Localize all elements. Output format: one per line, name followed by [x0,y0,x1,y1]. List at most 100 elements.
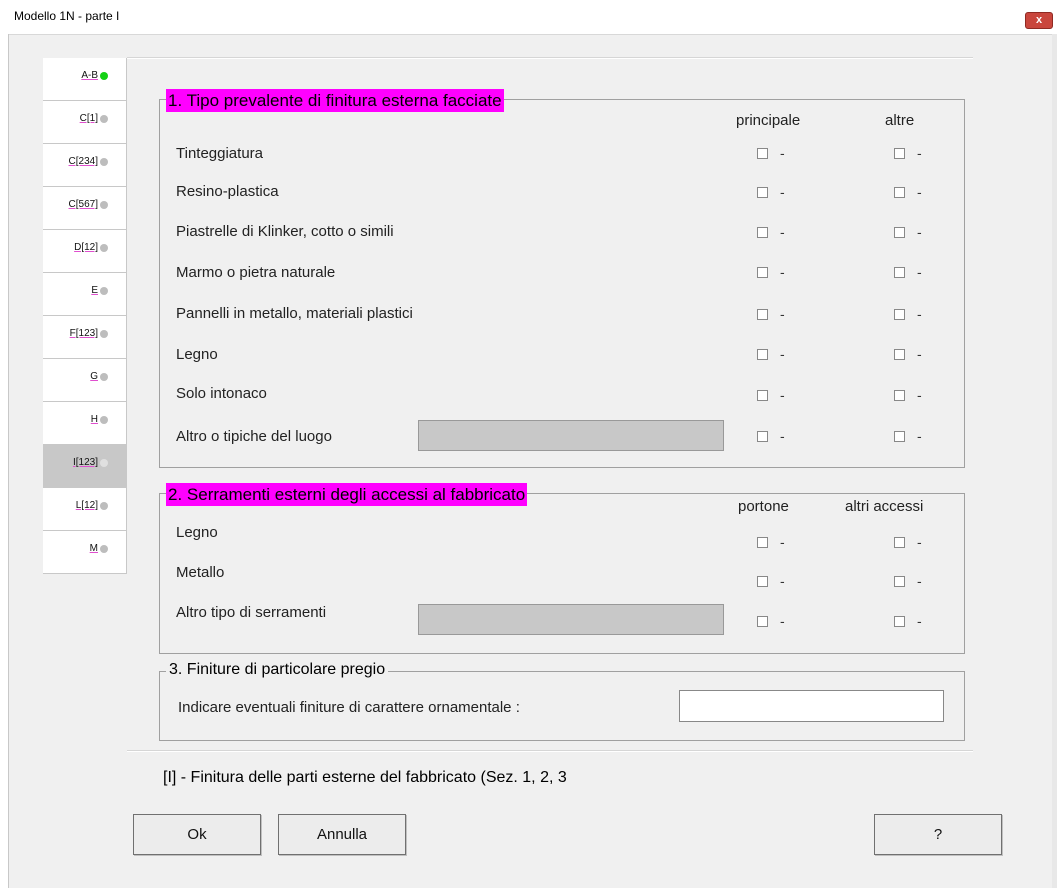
checkbox-dash: - [780,346,785,362]
checkbox-dash: - [780,573,785,589]
status-dot-icon [100,115,108,123]
checkbox-dash: - [917,613,922,629]
s3-label: Indicare eventuali finiture di carattere… [178,699,520,716]
s2-main-checkbox[interactable] [757,537,768,548]
s1-main-checkbox[interactable] [757,309,768,320]
section2-col-other: altri accessi [845,498,924,515]
tab-c567[interactable]: C[567] [43,187,127,230]
s1-row-label: Piastrelle di Klinker, cotto o simili [176,223,394,240]
checkbox-dash: - [917,428,922,444]
checkbox-dash: - [917,573,922,589]
tab-f123[interactable]: F[123] [43,316,127,359]
s1-main-checkbox[interactable] [757,227,768,238]
divider-top [127,57,973,59]
s1-row-label: Tinteggiatura [176,145,263,162]
tab-e[interactable]: E [43,273,127,316]
tab-label: H [90,414,98,425]
s1-main-checkbox[interactable] [757,431,768,442]
help-button[interactable]: ? [874,814,1002,855]
tab-label: D[12] [74,242,98,253]
close-button[interactable]: x [1025,12,1053,29]
tab-m[interactable]: M [43,531,127,574]
checkbox-dash: - [917,387,922,403]
status-dot-icon [100,502,108,510]
tab-label: L[12] [75,500,98,511]
tab-label: A-B [81,70,98,81]
window-title: Modello 1N - parte I [14,9,120,23]
s1-row-label: Altro o tipiche del luogo [176,428,332,445]
tab-label: M [89,543,98,554]
s1-main-checkbox[interactable] [757,390,768,401]
s1-other-checkbox[interactable] [894,148,905,159]
s2-other-checkbox[interactable] [894,537,905,548]
s2-main-checkbox[interactable] [757,616,768,627]
checkbox-dash: - [780,387,785,403]
status-dot-icon [100,330,108,338]
tab-h[interactable]: H [43,402,127,445]
tab-c234[interactable]: C[234] [43,144,127,187]
s2-other-checkbox[interactable] [894,616,905,627]
tab-d12[interactable]: D[12] [43,230,127,273]
s1-row-label: Marmo o pietra naturale [176,264,336,281]
status-dot-icon [100,287,108,295]
s1-main-checkbox[interactable] [757,148,768,159]
section1-col-other: altre [885,112,915,129]
checkbox-dash: - [780,264,785,280]
checkbox-dash: - [780,534,785,550]
checkbox-dash: - [780,428,785,444]
status-dot-icon [100,545,108,553]
s1-other-checkbox[interactable] [894,309,905,320]
status-dot-icon [100,201,108,209]
checkbox-dash: - [780,306,785,322]
s1-row-label: Solo intonaco [176,385,267,402]
s1-other-checkbox[interactable] [894,390,905,401]
section1-col-main: principale [736,112,801,129]
section2-title: 2. Serramenti esterni degli accessi al f… [166,483,528,506]
status-dot-icon [100,244,108,252]
tab-c1[interactable]: C[1] [43,101,127,144]
window-frame-right [1052,34,1057,888]
ok-button[interactable]: Ok [133,814,261,855]
s1-row-label: Pannelli in metallo, materiali plastici [176,305,413,322]
checkbox-dash: - [780,224,785,240]
tab-i123[interactable]: I[123] [43,445,127,488]
s2-row-label: Metallo [176,564,225,581]
ornamental-finish-input[interactable] [679,690,944,722]
s1-other-input[interactable] [418,420,724,451]
s2-other-checkbox[interactable] [894,576,905,587]
tab-a-b[interactable]: A-B [43,58,127,101]
tab-l12[interactable]: L[12] [43,488,127,531]
tab-g[interactable]: G [43,359,127,402]
section-tabs: A-B C[1] C[234] C[567] D[12] E F[123] G … [43,58,127,574]
s1-other-checkbox[interactable] [894,187,905,198]
s1-row-label: Legno [176,346,218,363]
s1-main-checkbox[interactable] [757,187,768,198]
tab-label: C[567] [68,199,98,210]
s1-other-checkbox[interactable] [894,431,905,442]
s2-main-checkbox[interactable] [757,576,768,587]
checkbox-dash: - [917,184,922,200]
s1-other-checkbox[interactable] [894,349,905,360]
checkbox-dash: - [780,145,785,161]
s1-other-checkbox[interactable] [894,267,905,278]
checkbox-dash: - [917,264,922,280]
tab-label: C[234] [68,156,98,167]
cancel-button[interactable]: Annulla [278,814,406,855]
checkbox-dash: - [917,145,922,161]
tab-label: F[123] [69,328,98,339]
tab-label: G [90,371,98,382]
s2-other-input[interactable] [418,604,724,635]
status-text: [I] - Finitura delle parti esterne del f… [163,769,567,786]
checkbox-dash: - [780,613,785,629]
tab-label: I[123] [72,457,98,468]
s1-main-checkbox[interactable] [757,349,768,360]
s1-main-checkbox[interactable] [757,267,768,278]
close-icon: x [1035,14,1043,26]
status-dot-icon [100,459,108,467]
s1-other-checkbox[interactable] [894,227,905,238]
status-dot-icon [100,158,108,166]
s1-row-label: Resino-plastica [176,183,279,200]
s2-row-label: Altro tipo di serramenti [176,604,327,621]
checkbox-dash: - [780,184,785,200]
checkbox-dash: - [917,534,922,550]
